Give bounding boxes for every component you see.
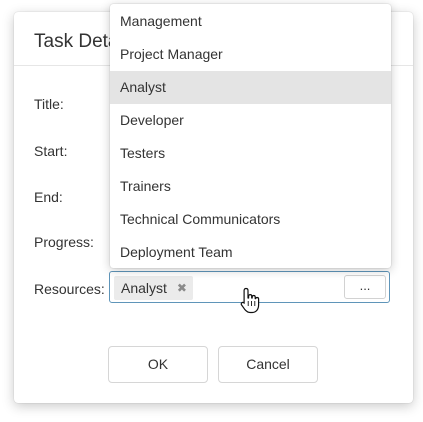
progress-label: Progress: [34,234,94,250]
dropdown-item-testers[interactable]: Testers [110,137,391,170]
dropdown-item-analyst[interactable]: Analyst [110,71,391,104]
close-icon[interactable]: ✖ [177,281,187,295]
resources-ellipsis-button[interactable]: ... [344,275,386,299]
resource-tag-analyst: Analyst ✖ [114,276,193,300]
ok-button[interactable]: OK [108,346,208,383]
end-label: End: [34,189,63,205]
dropdown-item-technical-communicators[interactable]: Technical Communicators [110,203,391,236]
start-label: Start: [34,143,68,159]
resource-tag-label: Analyst [121,280,167,296]
cancel-button[interactable]: Cancel [218,346,318,383]
hand-pointer-icon [240,287,260,314]
dropdown-item-trainers[interactable]: Trainers [110,170,391,203]
dropdown-item-developer[interactable]: Developer [110,104,391,137]
resources-label: Resources: [34,281,105,297]
dropdown-item-project-manager[interactable]: Project Manager [110,38,391,71]
dropdown-item-deployment-team[interactable]: Deployment Team [110,236,391,269]
title-label: Title: [34,96,64,112]
resources-dropdown-list: Management Project Manager Analyst Devel… [110,4,391,268]
dropdown-item-management[interactable]: Management [110,5,391,38]
